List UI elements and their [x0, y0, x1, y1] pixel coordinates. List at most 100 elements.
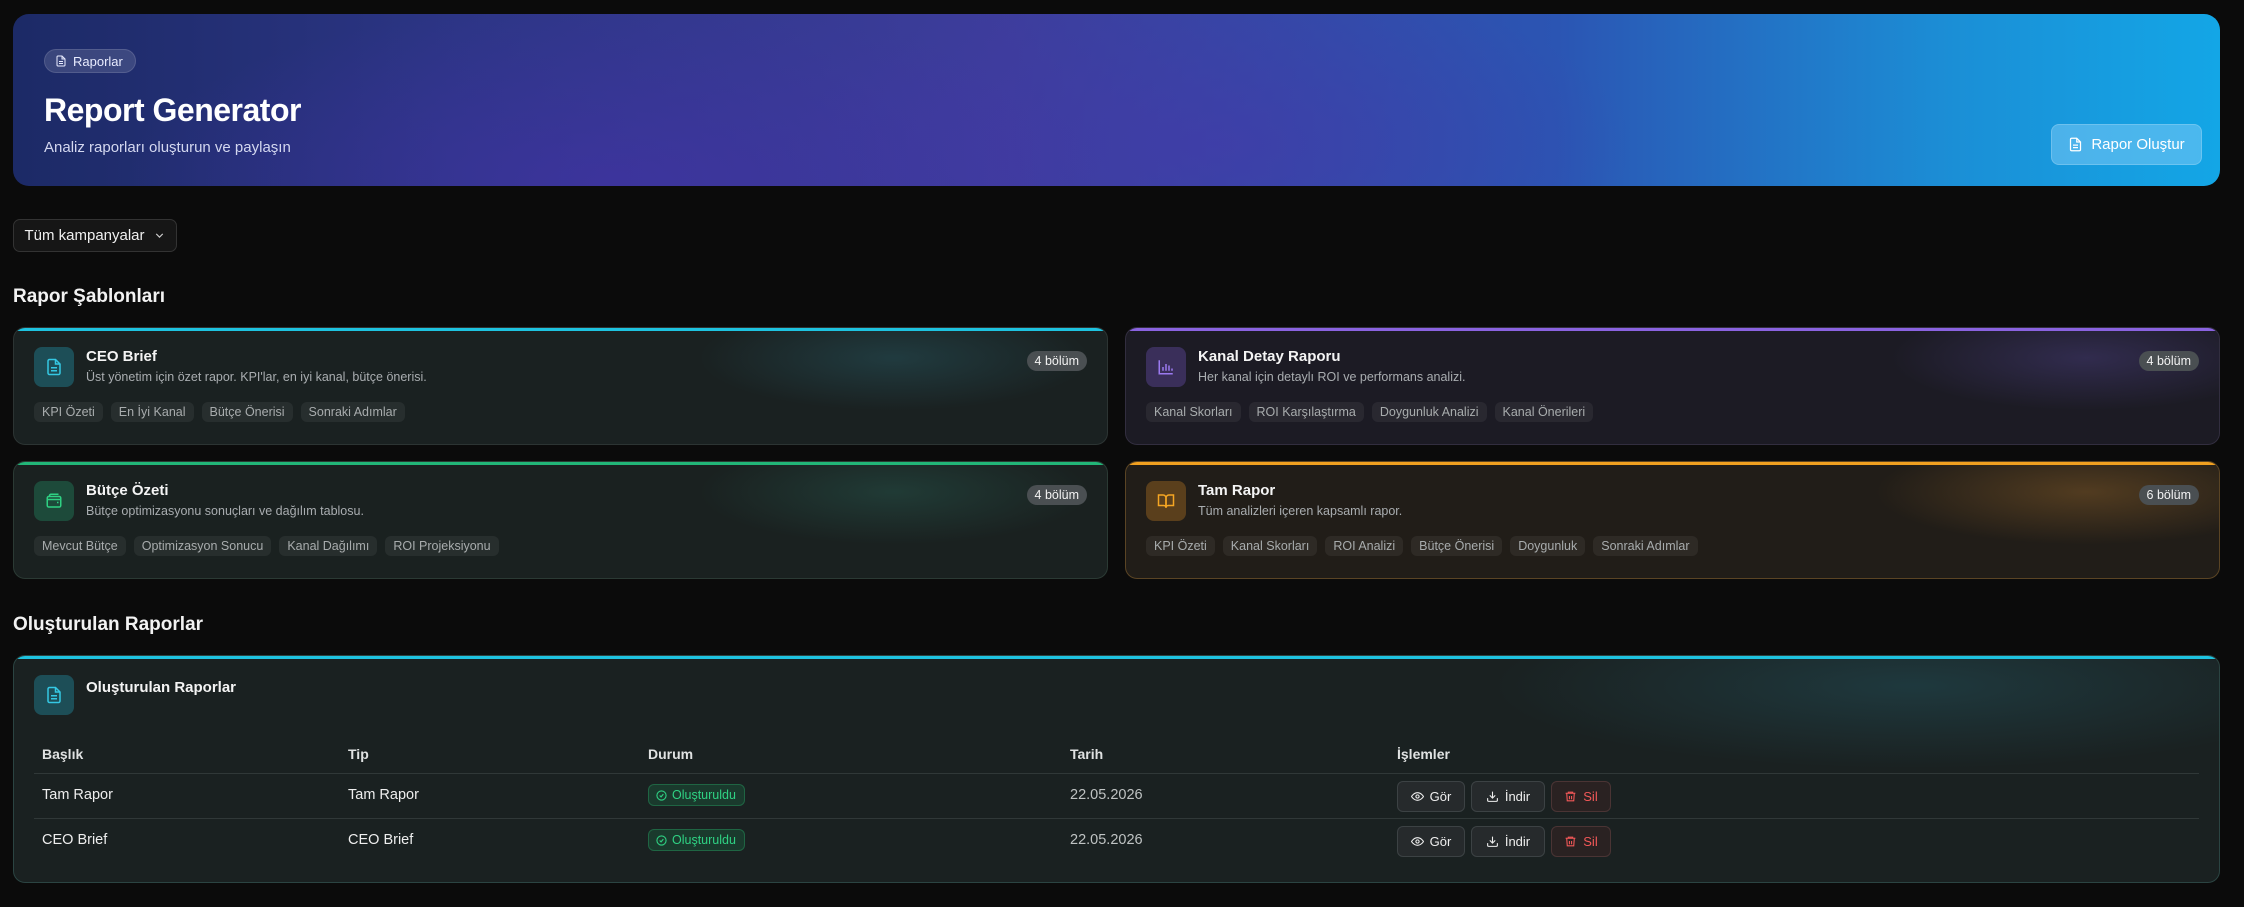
- template-description: Her kanal için detaylı ROI ve performans…: [1198, 370, 1466, 384]
- view-label: Gör: [1429, 834, 1452, 849]
- check-circle-icon: [656, 789, 667, 801]
- check-circle-icon: [656, 834, 667, 846]
- template-tag: Kanal Önerileri: [1494, 402, 1594, 422]
- download-button[interactable]: İndir: [1471, 781, 1545, 812]
- template-tags: KPI Özeti Kanal Skorları ROI Analizi Büt…: [1146, 536, 1698, 556]
- template-tag: ROI Projeksiyonu: [385, 536, 499, 556]
- template-description: Bütçe optimizasyonu sonuçları ve dağılım…: [86, 504, 364, 518]
- report-date-cell: 22.05.2026: [1070, 787, 1143, 803]
- template-tag: KPI Özeti: [1146, 536, 1215, 556]
- create-report-button[interactable]: Rapor Oluştur: [2051, 124, 2202, 165]
- document-icon: [34, 675, 74, 715]
- template-card-butce-ozeti[interactable]: Bütçe Özeti Bütçe optimizasyonu sonuçlar…: [13, 461, 1108, 579]
- template-tag: KPI Özeti: [34, 402, 103, 422]
- create-report-label: Rapor Oluştur: [2091, 136, 2185, 153]
- panel-title: Oluşturulan Raporlar: [86, 679, 237, 696]
- section-count-badge: 4 bölüm: [1026, 351, 1087, 371]
- templates-section-title: Rapor Şablonları: [13, 286, 166, 307]
- document-icon: [2068, 137, 2083, 152]
- delete-label: Sil: [1583, 834, 1598, 849]
- download-button[interactable]: İndir: [1471, 826, 1545, 857]
- trash-icon: [1564, 835, 1577, 848]
- trash-icon: [1564, 790, 1577, 803]
- panel-accent-bar: [14, 656, 2219, 659]
- status-label: Oluşturuldu: [672, 788, 736, 802]
- card-accent-bar: [1126, 462, 2219, 465]
- download-label: İndir: [1504, 834, 1531, 849]
- document-icon: [55, 55, 67, 67]
- delete-button[interactable]: Sil: [1551, 781, 1611, 812]
- page-subtitle: Analiz raporları oluşturun ve paylaşın: [44, 139, 291, 156]
- template-title: Tam Rapor: [1198, 482, 1276, 499]
- view-label: Gör: [1429, 789, 1452, 804]
- template-tag: Doygunluk: [1510, 536, 1586, 556]
- template-tag: Optimizasyon Sonucu: [133, 536, 272, 556]
- section-count-badge: 6 bölüm: [2138, 485, 2199, 505]
- report-type-cell: Tam Rapor: [348, 787, 419, 803]
- report-date-cell: 22.05.2026: [1070, 832, 1143, 848]
- status-badge: Oluşturuldu: [648, 829, 745, 851]
- download-icon: [1486, 835, 1499, 848]
- book-icon: [1146, 481, 1186, 521]
- eye-icon: [1410, 790, 1424, 803]
- table-divider: [34, 818, 2199, 819]
- template-tag: Mevcut Bütçe: [34, 536, 126, 556]
- eye-icon: [1410, 835, 1424, 848]
- view-button[interactable]: Gör: [1397, 826, 1465, 857]
- template-card-tam-rapor[interactable]: Tam Rapor Tüm analizleri içeren kapsamlı…: [1125, 461, 2220, 579]
- reports-section-title: Oluşturulan Raporlar: [13, 614, 204, 635]
- template-tag: Kanal Skorları: [1222, 536, 1318, 556]
- template-tag: Kanal Dağılımı: [279, 536, 378, 556]
- template-tag: Sonraki Adımlar: [1593, 536, 1698, 556]
- hero-banner: Raporlar Report Generator Analiz raporla…: [13, 14, 2220, 186]
- template-title: CEO Brief: [86, 348, 157, 365]
- campaign-filter-value: Tüm kampanyalar: [24, 227, 145, 244]
- download-label: İndir: [1504, 789, 1531, 804]
- column-header-date: Tarih: [1070, 746, 1104, 762]
- template-tag: Sonraki Adımlar: [300, 402, 405, 422]
- template-tags: Mevcut Bütçe Optimizasyon Sonucu Kanal D…: [34, 536, 499, 556]
- template-description: Üst yönetim için özet rapor. KPI'lar, en…: [86, 370, 427, 384]
- template-description: Tüm analizleri içeren kapsamlı rapor.: [1198, 504, 1403, 518]
- section-count-badge: 4 bölüm: [2138, 351, 2199, 371]
- template-tags: KPI Özeti En İyi Kanal Bütçe Önerisi Son…: [34, 402, 405, 422]
- template-card-kanal-detay[interactable]: Kanal Detay Raporu Her kanal için detayl…: [1125, 327, 2220, 445]
- template-title: Bütçe Özeti: [86, 482, 169, 499]
- column-header-status: Durum: [648, 746, 694, 762]
- template-tag: En İyi Kanal: [110, 402, 194, 422]
- template-tag: ROI Karşılaştırma: [1248, 402, 1364, 422]
- table-divider: [34, 773, 2199, 774]
- template-card-ceo-brief[interactable]: CEO Brief Üst yönetim için özet rapor. K…: [13, 327, 1108, 445]
- card-accent-bar: [1126, 328, 2219, 331]
- template-tag: Kanal Skorları: [1146, 402, 1241, 422]
- chevron-down-icon: [153, 229, 166, 242]
- column-header-title: Başlık: [42, 746, 84, 762]
- status-label: Oluşturuldu: [672, 833, 736, 847]
- column-header-type: Tip: [348, 746, 369, 762]
- delete-label: Sil: [1583, 789, 1598, 804]
- hero-chip-label: Raporlar: [73, 53, 123, 69]
- template-tag: ROI Analizi: [1325, 536, 1404, 556]
- template-tag: Doygunluk Analizi: [1371, 402, 1487, 422]
- view-button[interactable]: Gör: [1397, 781, 1465, 812]
- wallet-icon: [34, 481, 74, 521]
- campaign-filter-select[interactable]: Tüm kampanyalar: [13, 219, 177, 252]
- delete-button[interactable]: Sil: [1551, 826, 1611, 857]
- download-icon: [1486, 790, 1499, 803]
- template-tag: Bütçe Önerisi: [201, 402, 293, 422]
- status-badge: Oluşturuldu: [648, 784, 745, 806]
- hero-chip: Raporlar: [44, 49, 136, 73]
- column-header-actions: İşlemler: [1397, 746, 1450, 762]
- page-title: Report Generator: [44, 92, 301, 128]
- card-accent-bar: [14, 462, 1107, 465]
- report-title-cell: Tam Rapor: [42, 787, 113, 803]
- template-title: Kanal Detay Raporu: [1198, 348, 1341, 365]
- card-accent-bar: [14, 328, 1107, 331]
- template-tag: Bütçe Önerisi: [1411, 536, 1503, 556]
- section-count-badge: 4 bölüm: [1026, 485, 1087, 505]
- reports-panel: Oluşturulan Raporlar Başlık Tip Durum Ta…: [13, 655, 2220, 883]
- bar-chart-icon: [1146, 347, 1186, 387]
- template-tags: Kanal Skorları ROI Karşılaştırma Doygunl…: [1146, 402, 1594, 422]
- report-title-cell: CEO Brief: [42, 832, 108, 848]
- report-type-cell: CEO Brief: [348, 832, 414, 848]
